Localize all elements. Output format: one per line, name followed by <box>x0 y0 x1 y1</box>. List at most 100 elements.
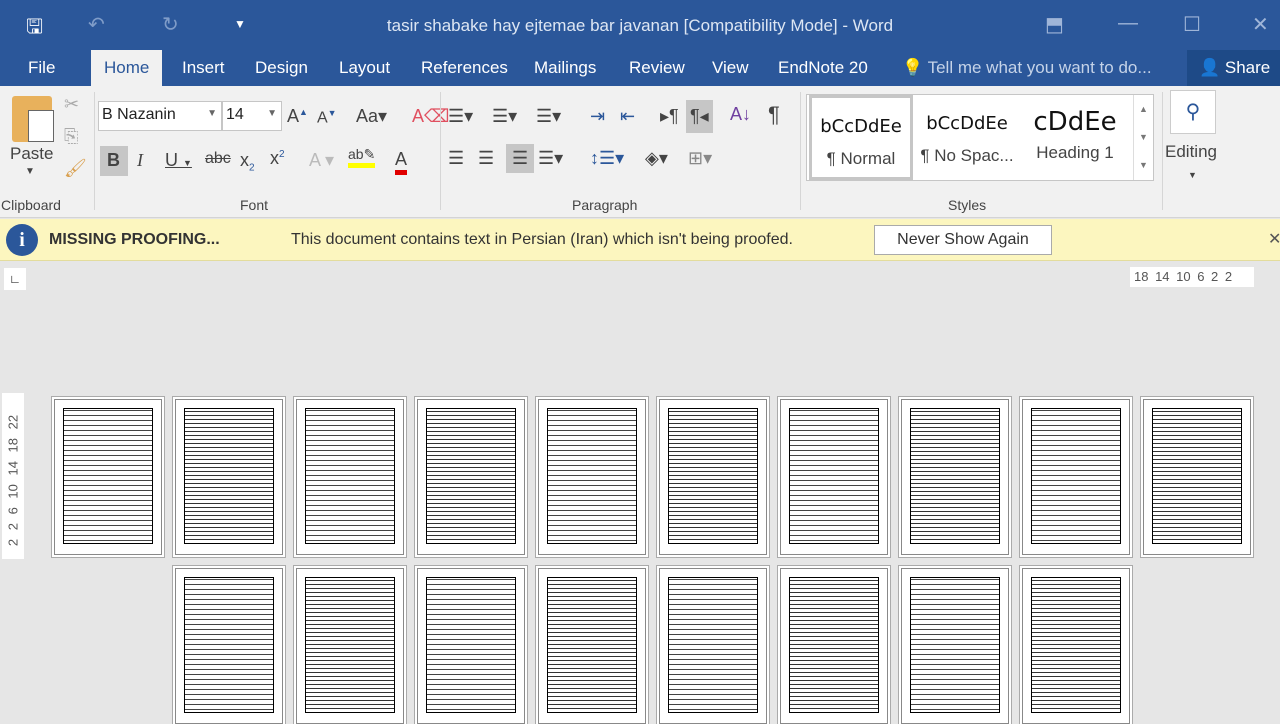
page-text <box>1031 577 1121 713</box>
tab-selector[interactable]: ∟ <box>4 268 26 290</box>
page-thumbnail[interactable] <box>54 399 162 555</box>
align-left-icon[interactable]: ☰ <box>448 148 464 169</box>
font-name-input[interactable]: B Nazanin ▼ <box>98 101 222 131</box>
style-sample: bCcDdEe <box>820 116 902 137</box>
align-center-icon[interactable]: ☰ <box>478 148 494 169</box>
tab-endnote[interactable]: EndNote 20 <box>778 58 868 78</box>
page-thumbnail[interactable] <box>296 399 404 555</box>
tab-layout[interactable]: Layout <box>339 58 390 78</box>
page-thumbnail[interactable] <box>417 399 525 555</box>
tab-mailings[interactable]: Mailings <box>534 58 596 78</box>
style-sample: bCcDdEe <box>926 113 1008 134</box>
never-show-again-button[interactable]: Never Show Again <box>874 225 1052 255</box>
font-size-input[interactable]: 14 ▼ <box>222 101 282 131</box>
align-right-icon[interactable]: ☰ <box>506 144 535 173</box>
close-icon[interactable]: ✕ <box>1252 12 1269 37</box>
cut-icon[interactable]: ✂ <box>64 94 79 115</box>
paste-button[interactable]: Paste <box>10 144 53 164</box>
bullets-icon[interactable]: ☰▾ <box>448 106 473 127</box>
window-title: tasir shabake hay ejtemae bar javanan [C… <box>386 16 894 35</box>
page-thumbnail[interactable] <box>1022 568 1130 724</box>
page-thumbnail[interactable] <box>175 399 283 555</box>
tab-file[interactable]: File <box>28 58 55 78</box>
page-thumbnail[interactable] <box>659 568 767 724</box>
tab-references[interactable]: References <box>421 58 508 78</box>
page-text <box>789 577 879 713</box>
copy-icon[interactable]: ⎘ <box>64 126 78 147</box>
multilevel-list-icon[interactable]: ☰▾ <box>536 106 561 127</box>
minimize-icon[interactable]: — <box>1118 12 1138 35</box>
shading-icon[interactable]: ◈▾ <box>645 148 668 169</box>
font-name-value: B Nazanin <box>102 106 176 123</box>
horizontal-ruler[interactable]: 18 14 10 6 2 2 <box>1130 267 1254 287</box>
shrink-font-icon[interactable]: A▼ <box>317 108 337 127</box>
sort-icon[interactable]: A↓ <box>730 104 751 125</box>
rtl-icon[interactable]: ¶◂ <box>686 100 713 133</box>
styles-scroll[interactable]: ▲ ▼ ▼ <box>1133 95 1153 180</box>
decrease-indent-icon[interactable]: ⇥ <box>590 106 605 127</box>
info-icon: i <box>6 224 38 256</box>
page-text <box>305 408 395 544</box>
page-thumbnail[interactable] <box>901 568 1009 724</box>
tab-review[interactable]: Review <box>629 58 685 78</box>
page-thumbnail[interactable] <box>780 568 888 724</box>
font-color-icon[interactable]: A <box>395 148 408 175</box>
tab-view[interactable]: View <box>712 58 749 78</box>
ribbon-display-icon[interactable]: ⬒ <box>1045 12 1064 37</box>
vertical-ruler[interactable]: 2 2 6 10 14 18 22 <box>2 393 24 559</box>
page-thumbnail[interactable] <box>175 568 283 724</box>
editing-dropdown-icon[interactable]: ▼ <box>1188 170 1197 180</box>
page-thumbnail[interactable] <box>417 568 525 724</box>
page-text <box>910 408 1000 544</box>
maximize-icon[interactable]: ☐ <box>1183 12 1201 37</box>
page-text <box>184 577 274 713</box>
page-thumbnail[interactable] <box>1022 399 1130 555</box>
close-message-icon[interactable]: ✕ <box>1268 229 1280 249</box>
increase-indent-icon[interactable]: ⇤ <box>620 106 635 127</box>
message-bar: i MISSING PROOFING... This document cont… <box>0 219 1280 261</box>
tab-insert[interactable]: Insert <box>182 58 225 78</box>
italic-button[interactable]: I <box>137 150 143 171</box>
bold-button[interactable]: B <box>100 146 128 176</box>
underline-button[interactable]: U ▼ <box>165 150 192 171</box>
paste-icon[interactable] <box>12 96 54 142</box>
page-thumbnail[interactable] <box>296 568 404 724</box>
page-thumbnail[interactable] <box>901 399 1009 555</box>
style-heading-1[interactable]: cDdEe Heading 1 <box>1023 95 1127 180</box>
page-thumbnail[interactable] <box>538 399 646 555</box>
borders-icon[interactable]: ⊞▾ <box>688 148 712 169</box>
format-painter-icon[interactable]: 🖌 <box>64 158 87 179</box>
ltr-icon[interactable]: ▸¶ <box>660 106 679 127</box>
paste-dropdown-icon[interactable]: ▼ <box>25 166 35 177</box>
highlight-color-icon[interactable]: ab✎ <box>348 146 376 168</box>
editing-button[interactable]: Editing <box>1165 142 1217 162</box>
search-icon[interactable]: ⚲ <box>1170 90 1216 134</box>
subscript-button[interactable]: x2 <box>240 150 255 174</box>
tell-me-search[interactable]: 💡 Tell me what you want to do... <box>902 58 1152 78</box>
page-thumbnail[interactable] <box>659 399 767 555</box>
style-no-spacing[interactable]: bCcDdEe ¶ No Spac... <box>915 95 1019 180</box>
page-text <box>547 408 637 544</box>
share-button[interactable]: 👤 Share <box>1187 50 1280 86</box>
text-effects-icon[interactable]: A ▾ <box>309 150 334 171</box>
page-text <box>184 408 274 544</box>
line-spacing-icon[interactable]: ↕☰▾ <box>590 148 624 169</box>
grow-font-icon[interactable]: A▲ <box>287 106 308 127</box>
tab-design[interactable]: Design <box>255 58 308 78</box>
justify-icon[interactable]: ☰▾ <box>538 148 563 169</box>
show-formatting-icon[interactable]: ¶ <box>768 102 780 128</box>
page-text <box>668 408 758 544</box>
style-normal[interactable]: bCcDdEe ¶ Normal <box>809 95 913 180</box>
tab-home[interactable]: Home <box>91 50 163 86</box>
numbering-icon[interactable]: ☰▾ <box>492 106 517 127</box>
page-thumbnail[interactable] <box>538 568 646 724</box>
strikethrough-button[interactable]: abc <box>205 150 231 168</box>
style-sample: cDdEe <box>1033 107 1117 137</box>
clear-formatting-icon[interactable]: A⌫ <box>412 106 449 127</box>
page-thumbnail[interactable] <box>1143 399 1251 555</box>
superscript-button[interactable]: x2 <box>270 148 285 169</box>
ruler-labels: 18 14 10 6 2 2 <box>1134 269 1233 284</box>
change-case-icon[interactable]: Aa▾ <box>356 106 387 127</box>
styles-group-label: Styles <box>948 197 987 213</box>
page-thumbnail[interactable] <box>780 399 888 555</box>
